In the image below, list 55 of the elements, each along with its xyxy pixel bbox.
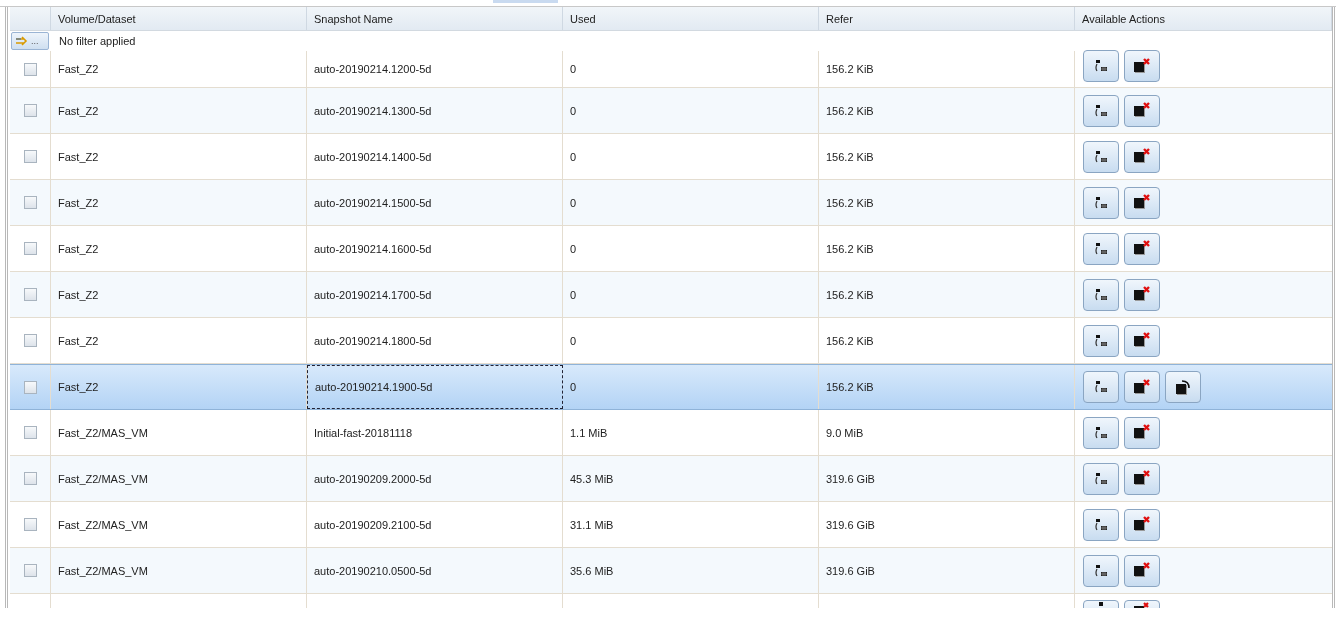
column-header[interactable]: Available Actions bbox=[1082, 12, 1165, 25]
snapshot-name: auto-20190214.1500-5d bbox=[314, 196, 432, 209]
dataset-name: Fast_Z2 bbox=[58, 196, 99, 209]
snapshot-name: auto-20190214.1200-5d bbox=[314, 63, 432, 75]
snapshot-name: auto-20190214.1600-5d bbox=[314, 242, 432, 255]
refer-size: 9.0 MiB bbox=[826, 426, 864, 439]
dataset-name: Fast_Z2/MAS_VM bbox=[58, 518, 148, 531]
refer-size: 156.2 KiB bbox=[826, 288, 874, 301]
used-size: 0 bbox=[570, 334, 577, 347]
refer-size: 156.2 KiB bbox=[826, 63, 874, 75]
dataset-name: Fast_Z2 bbox=[58, 242, 99, 255]
used-size: 0 bbox=[570, 288, 577, 301]
snapshot-name: auto-20190214.1400-5d bbox=[314, 150, 432, 163]
refer-size: 319.6 GiB bbox=[826, 518, 875, 531]
dataset-name: Fast_Z2 bbox=[58, 334, 99, 347]
snapshot-name: auto-20190214.1900-5d bbox=[315, 381, 433, 393]
dataset-name: Fast_Z2 bbox=[58, 150, 99, 163]
refer-size: 156.2 KiB bbox=[826, 242, 874, 255]
snapshot-name: auto-20190214.1700-5d bbox=[314, 288, 432, 301]
dataset-name: Fast_Z2/MAS_VM bbox=[58, 564, 148, 577]
used-size: 45.3 MiB bbox=[570, 472, 614, 485]
column-header[interactable]: Refer bbox=[826, 12, 853, 25]
used-size: 35.6 MiB bbox=[570, 564, 614, 577]
dataset-name: Fast_Z2 bbox=[58, 381, 99, 393]
used-size: 0 bbox=[570, 242, 577, 255]
refer-size: 319.6 GiB bbox=[826, 564, 875, 577]
dataset-name: Fast_Z2 bbox=[58, 288, 99, 301]
refer-size: 156.2 KiB bbox=[826, 381, 874, 393]
refer-size: 319.6 GiB bbox=[826, 472, 875, 485]
refer-size: 156.2 KiB bbox=[826, 150, 874, 163]
column-header[interactable]: Volume/Dataset bbox=[58, 12, 136, 25]
used-size: 0 bbox=[570, 150, 577, 163]
dataset-name: Fast_Z2/MAS_VM bbox=[58, 426, 148, 439]
snapshot-name: auto-20190209.2100-5d bbox=[314, 518, 432, 531]
dataset-name: Fast_Z2 bbox=[58, 104, 99, 117]
refer-size: 156.2 KiB bbox=[826, 334, 874, 347]
refer-size: 156.2 KiB bbox=[826, 196, 874, 209]
used-size: 0 bbox=[570, 381, 577, 393]
used-size: 0 bbox=[570, 196, 577, 209]
column-header[interactable]: Snapshot Name bbox=[314, 12, 393, 25]
filter-button[interactable]: ... bbox=[11, 32, 49, 50]
column-header[interactable]: Used bbox=[570, 12, 596, 25]
dataset-name: Fast_Z2/MAS_VM bbox=[58, 472, 148, 485]
used-size: 31.1 MiB bbox=[570, 518, 614, 531]
used-size: 0 bbox=[570, 104, 577, 117]
snapshot-name: auto-20190210.0500-5d bbox=[314, 564, 432, 577]
filter-status: No filter applied bbox=[59, 35, 136, 47]
dataset-name: Fast_Z2 bbox=[58, 63, 99, 75]
refer-size: 156.2 KiB bbox=[826, 104, 874, 117]
used-size: 1.1 MiB bbox=[570, 426, 608, 439]
snapshot-name: auto-20190214.1300-5d bbox=[314, 104, 432, 117]
snapshot-name: Initial-fast-20181118 bbox=[314, 426, 413, 439]
used-size: 0 bbox=[570, 63, 577, 75]
snapshot-name: auto-20190214.1800-5d bbox=[314, 334, 432, 347]
snapshot-name: auto-20190209.2000-5d bbox=[314, 472, 432, 485]
